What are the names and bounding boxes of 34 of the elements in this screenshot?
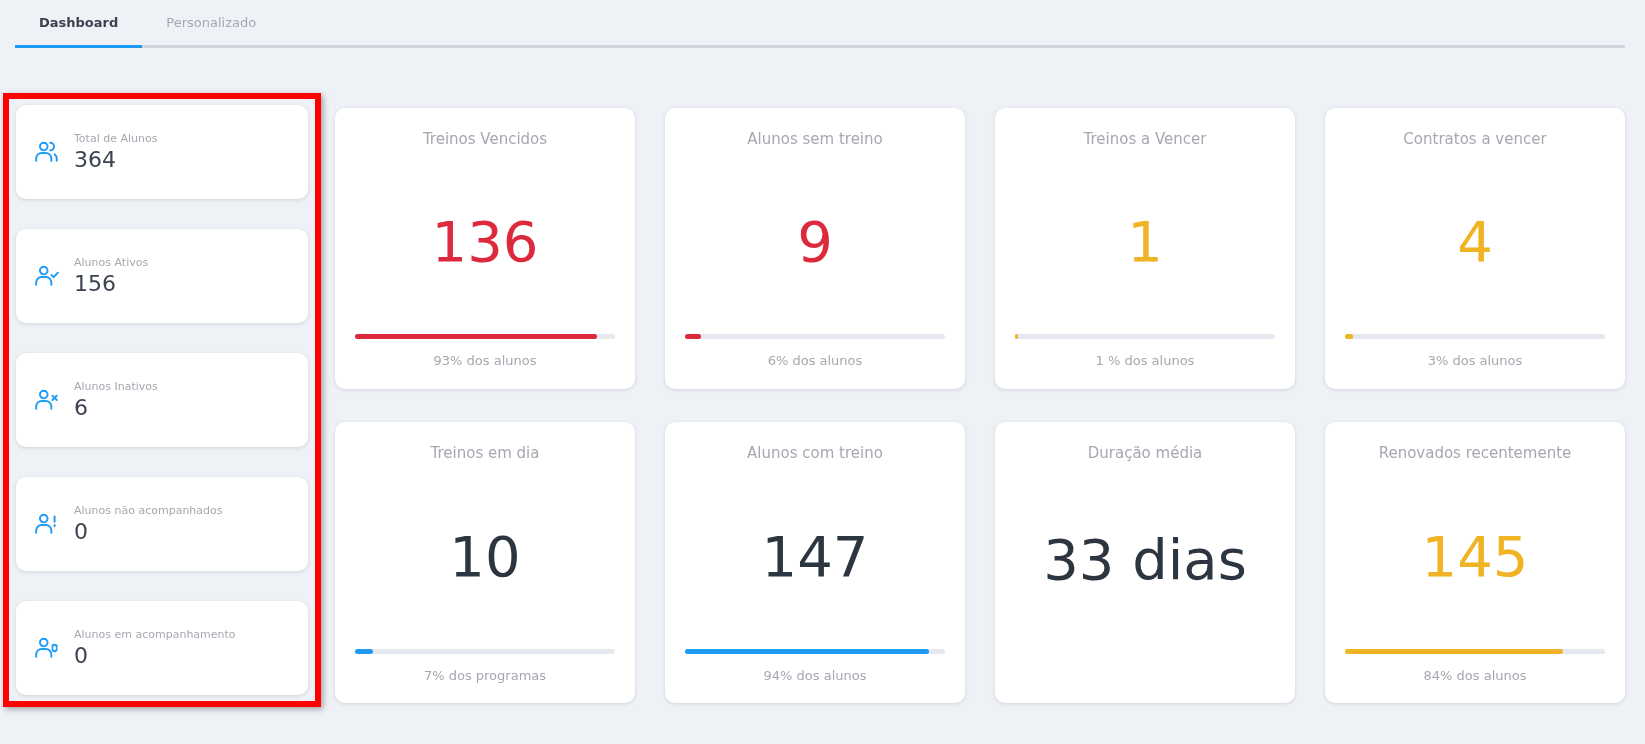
summary-value: 364 (74, 147, 117, 172)
summary-label: Alunos em acompanhamento (74, 627, 236, 644)
stat-value: 1 (1127, 208, 1163, 276)
stat-value: 10 (449, 522, 521, 591)
stat-title: Contratos a vencer (1403, 128, 1547, 150)
stat-value: 147 (761, 522, 869, 591)
summary-label: Alunos não acompanhados (74, 503, 223, 520)
summary-value: 0 (74, 643, 89, 668)
stat-title: Renovados recentemente (1378, 443, 1572, 464)
summary-value: 0 (74, 519, 89, 544)
stat-caption: 94% dos alunos (763, 666, 867, 685)
summary-label: Total de Alunos (74, 131, 158, 148)
stat-caption: 3% dos alunos (1427, 352, 1523, 370)
stat-caption: 1 % dos alunos (1095, 352, 1195, 370)
stat-value: 145 (1421, 522, 1529, 591)
stat-caption: 84% dos alunos (1423, 666, 1527, 685)
stat-title: Duração média (1087, 443, 1203, 464)
stat-value: 136 (431, 208, 539, 276)
stat-caption: 7% dos programas (423, 666, 547, 685)
stat-caption: 6% dos alunos (767, 352, 863, 370)
stat-title: Alunos sem treino (747, 128, 883, 150)
summary-value: 6 (74, 395, 89, 420)
stat-value: 4 (1457, 208, 1493, 276)
summary-value: 156 (74, 271, 117, 296)
summary-label: Alunos Inativos (74, 379, 158, 396)
stat-value: 33 dias (1043, 525, 1247, 594)
stat-title: Alunos com treino (747, 443, 883, 464)
stat-caption: 93% dos alunos (433, 352, 537, 370)
stat-title: Treinos a Vencer (1083, 128, 1207, 150)
stat-value: 9 (797, 208, 833, 276)
tab[interactable]: Dashboard (15, 0, 143, 48)
stat-title: Treinos Vencidos (422, 128, 548, 150)
summary-label: Alunos Ativos (74, 255, 149, 272)
stat-title: Treinos em dia (430, 443, 540, 464)
